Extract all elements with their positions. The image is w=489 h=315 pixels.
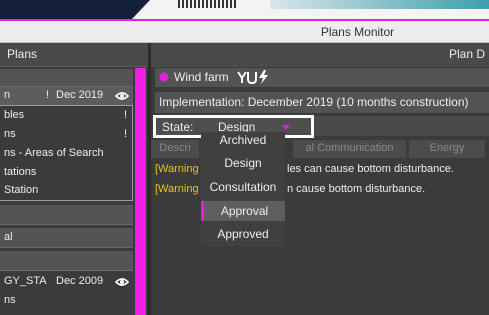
state-option-approval[interactable]: Approval (201, 201, 285, 221)
state-label: State: (162, 120, 194, 134)
plan-row-label: al (4, 231, 13, 243)
plan-row[interactable] (0, 251, 133, 271)
plans-panel-header: Plans (0, 43, 148, 67)
tab-communication[interactable]: al Communication (293, 140, 406, 158)
plan-item-date: Dec 2009 (56, 275, 104, 287)
plan-row[interactable]: al (0, 228, 133, 248)
warning-line: [Warning n cause bottom disturbance. (155, 183, 425, 195)
plan-item-date: Dec 2019 (56, 89, 104, 101)
plan-name: Wind farm (174, 70, 229, 84)
plan-item-label[interactable]: GY_STA (4, 275, 47, 291)
plan-details-header: Plan D (151, 43, 489, 67)
tab-energy[interactable]: Energy (409, 140, 485, 158)
eye-icon[interactable] (115, 277, 129, 287)
plan-row[interactable] (0, 205, 133, 225)
warning-tag: [Warning (155, 163, 199, 175)
state-dropdown: Archived Design Consultation Approval Ap… (201, 132, 285, 246)
banner-shape (0, 0, 150, 19)
plan-item-label[interactable]: ns (4, 294, 16, 310)
plans-panel-title: Plans (7, 47, 38, 61)
banner-gradient (270, 0, 489, 9)
title-bar: Plans Monitor (0, 21, 489, 43)
implementation-row: Implementation: December 2019 (10 months… (155, 92, 489, 113)
layer-item[interactable]: tations (4, 166, 36, 182)
state-option-consultation[interactable]: Consultation (201, 177, 285, 197)
warning-line: [Warning les can cause bottom disturbanc… (155, 163, 454, 175)
energy-icon (237, 70, 268, 85)
plan-details-title: Plan D (448, 47, 485, 61)
layer-item[interactable]: bles (4, 109, 24, 125)
state-option-approved[interactable]: Approved (201, 224, 285, 244)
top-banner (0, 0, 489, 21)
state-option-archived[interactable]: Archived (201, 132, 285, 149)
warning-text: les can cause bottom disturbance. (287, 163, 454, 175)
layer-item[interactable]: ns - Areas of Search (4, 147, 104, 163)
plans-toolbar[interactable] (0, 69, 133, 87)
window-title: Plans Monitor (320, 25, 395, 39)
warning-icon: ! (46, 89, 50, 101)
warning-text: n cause bottom disturbance. (287, 183, 426, 195)
layer-item[interactable]: Station (4, 184, 38, 200)
tab-description[interactable]: Descri (151, 140, 199, 158)
eye-icon[interactable] (115, 91, 129, 101)
plans-panel: Plans n ! Dec 2019 bles ! ns ! ns - Area… (0, 43, 148, 315)
banner-ribbon (178, 0, 238, 8)
warning-icon: ! (124, 128, 128, 140)
plan-item-selected[interactable]: n ! Dec 2019 (0, 87, 133, 105)
plan-item-label: n (4, 89, 11, 101)
dropdown-arrow-icon[interactable] (282, 125, 290, 130)
implementation-text: Implementation: December 2019 (10 months… (159, 95, 469, 109)
plan-layers-group: bles ! ns ! ns - Areas of Search tations… (0, 105, 133, 201)
layer-item[interactable]: ns (4, 128, 16, 144)
warning-tag: [Warning (155, 183, 199, 195)
warning-icon: ! (124, 109, 128, 121)
plans-scrollbar[interactable] (135, 68, 146, 315)
plan-color-icon (159, 72, 169, 82)
state-option-design[interactable]: Design (201, 153, 285, 173)
plan-name-row: Wind farm (155, 68, 489, 87)
